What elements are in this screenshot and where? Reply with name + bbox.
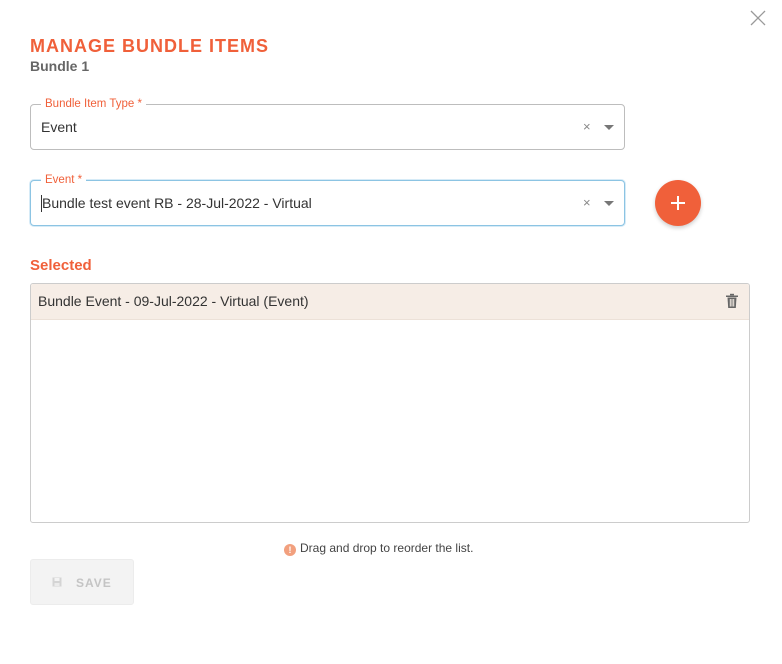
selected-items-list: Bundle Event - 09-Jul-2022 - Virtual (Ev… bbox=[30, 283, 750, 523]
dialog-title: MANAGE BUNDLE ITEMS bbox=[30, 36, 269, 56]
save-button[interactable]: SAVE bbox=[30, 559, 134, 605]
dialog-subtitle: Bundle 1 bbox=[30, 58, 90, 74]
selected-section-title: Selected bbox=[30, 257, 92, 274]
save-button-label: SAVE bbox=[76, 576, 112, 590]
clear-icon[interactable]: × bbox=[583, 118, 591, 136]
chevron-down-icon[interactable] bbox=[604, 201, 614, 206]
close-icon bbox=[750, 10, 766, 26]
list-item[interactable]: Bundle Event - 09-Jul-2022 - Virtual (Ev… bbox=[31, 284, 749, 320]
event-value[interactable]: Bundle test event RB - 28-Jul-2022 - Vir… bbox=[41, 195, 312, 212]
clear-icon[interactable]: × bbox=[583, 194, 591, 212]
info-icon: ! bbox=[284, 544, 296, 556]
bundle-item-type-label: Bundle Item Type * bbox=[41, 97, 146, 111]
event-select[interactable]: Event * Bundle test event RB - 28-Jul-20… bbox=[30, 173, 625, 226]
add-item-button[interactable] bbox=[655, 180, 701, 226]
plus-icon bbox=[671, 196, 685, 210]
chevron-down-icon[interactable] bbox=[604, 125, 614, 130]
list-item-label: Bundle Event - 09-Jul-2022 - Virtual (Ev… bbox=[38, 293, 309, 309]
event-label: Event * bbox=[41, 173, 87, 187]
bundle-item-type-select[interactable]: Bundle Item Type * Event × bbox=[30, 97, 625, 150]
close-button[interactable] bbox=[748, 8, 768, 28]
trash-icon[interactable] bbox=[725, 293, 739, 309]
reorder-hint-text: Drag and drop to reorder the list. bbox=[300, 541, 474, 555]
save-icon bbox=[52, 577, 62, 587]
reorder-hint: ! Drag and drop to reorder the list. bbox=[284, 541, 474, 556]
bundle-item-type-value: Event bbox=[41, 119, 77, 135]
